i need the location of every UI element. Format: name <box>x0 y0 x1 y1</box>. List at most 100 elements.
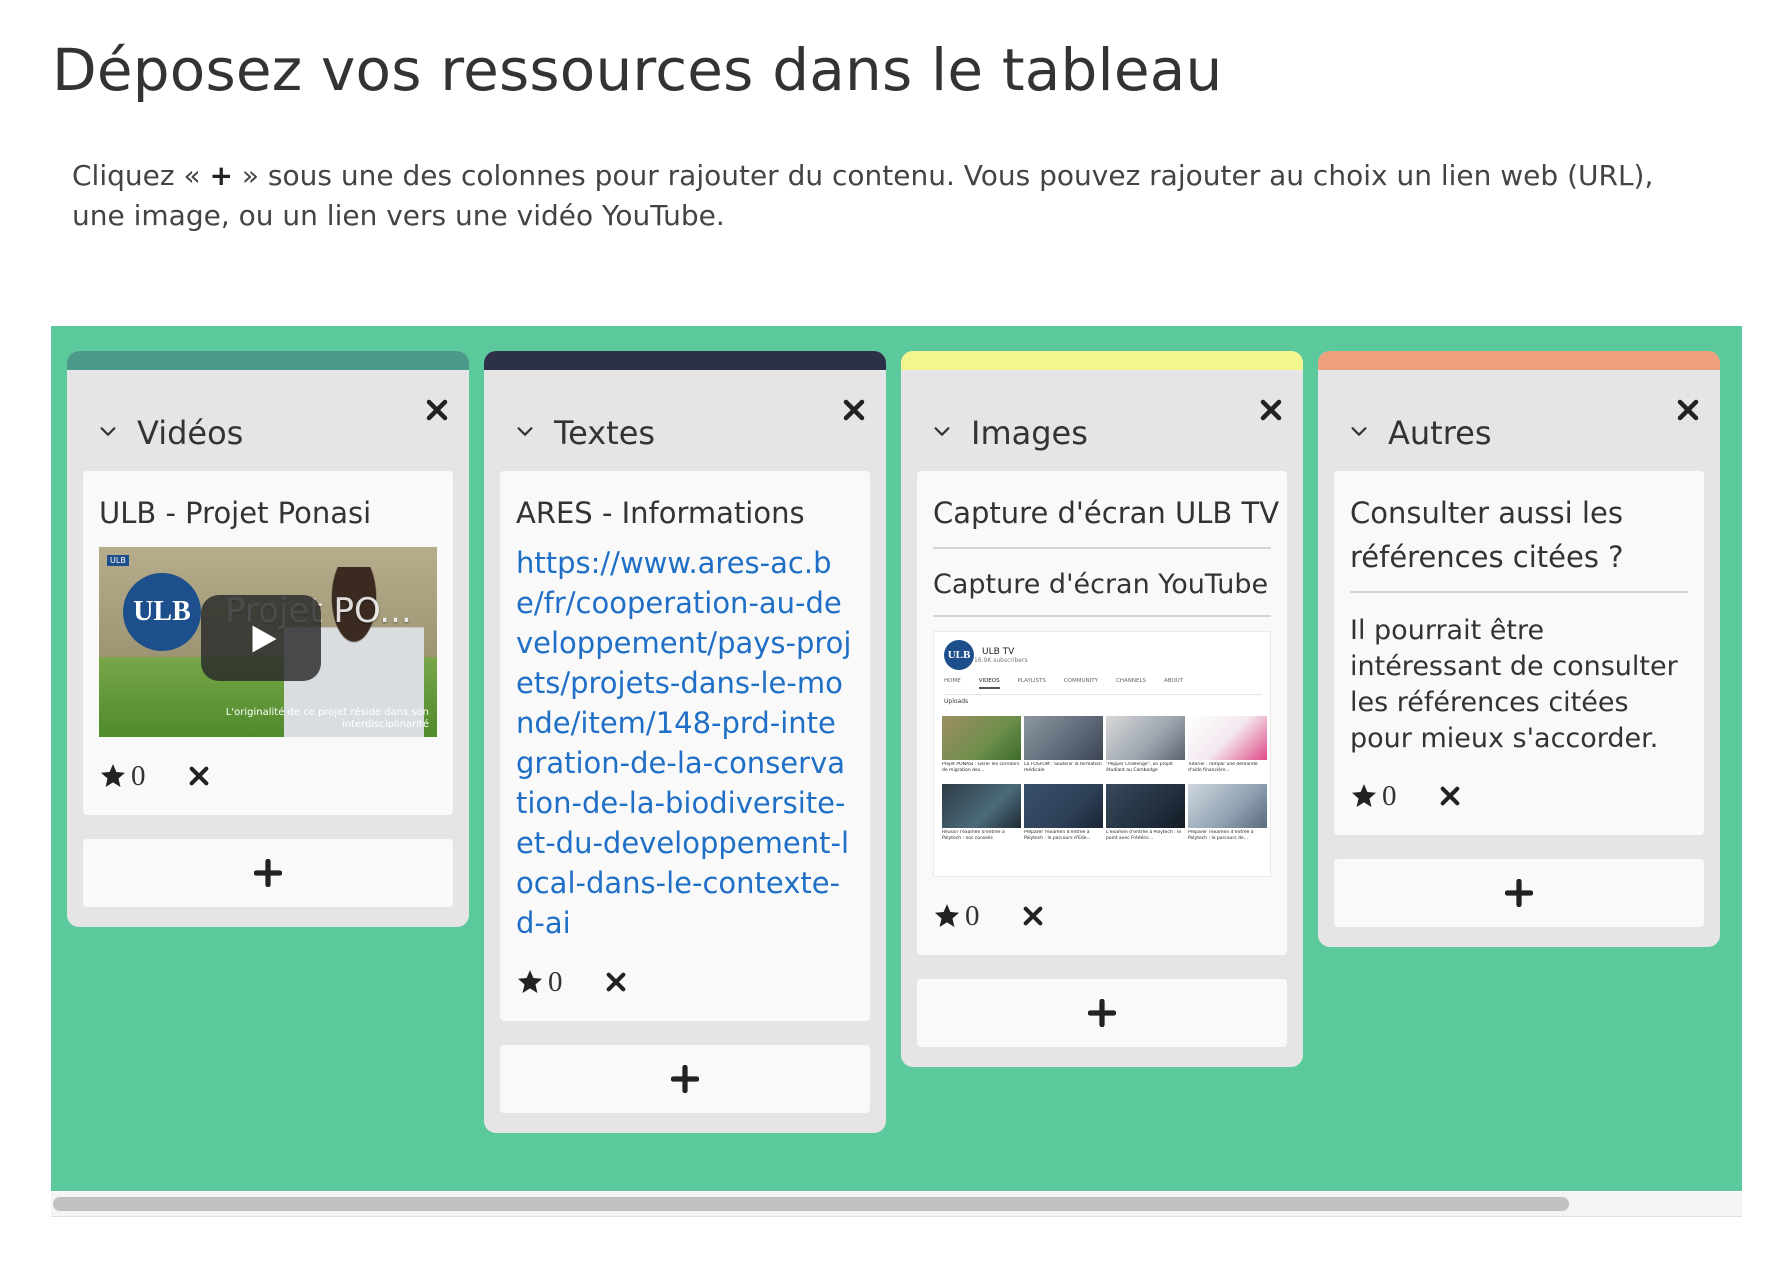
delete-card-icon[interactable] <box>188 765 210 787</box>
board: Vidéos ULB - Projet Ponasi ULB ULB Proje… <box>51 326 1742 1191</box>
rating-count: 0 <box>548 965 563 998</box>
yt-video-item: La FOSFOM : Soutenir la formation médica… <box>1024 716 1103 780</box>
delete-card-icon[interactable] <box>1439 785 1461 807</box>
plus-icon <box>671 1065 699 1093</box>
resource-card[interactable]: Capture d'écran ULB TV Capture d'écran Y… <box>917 471 1287 955</box>
add-card-button[interactable] <box>83 839 453 907</box>
column-header: Images <box>901 370 1303 471</box>
rating-count: 0 <box>131 759 146 792</box>
star-icon[interactable] <box>933 902 961 930</box>
video-thumbnail[interactable]: ULB ULB Projet PO... L'originalité de ce… <box>99 547 437 737</box>
horizontal-scrollbar[interactable] <box>51 1192 1742 1217</box>
rating-count: 0 <box>965 899 980 932</box>
yt-video-thumb <box>1024 784 1103 828</box>
delete-card-icon[interactable] <box>605 971 627 993</box>
card-description: Capture d'écran YouTube <box>933 569 1269 600</box>
yt-video-title: Projet PONASI : Gérer les corridors de m… <box>942 762 1020 773</box>
yt-video-thumb <box>1106 784 1185 828</box>
yt-subscriber-count: 16.9K subscribers <box>974 656 1028 664</box>
star-icon[interactable] <box>1350 782 1378 810</box>
ulb-logo: ULB <box>123 573 201 651</box>
card-footer: 0 <box>99 759 437 793</box>
yt-video-grid: Projet PONASI : Gérer les corridors de m… <box>942 716 1268 848</box>
close-column-icon[interactable] <box>1259 398 1283 422</box>
card-title: ARES - Informations <box>516 496 805 530</box>
video-subtitle: L'originalité de ce projet réside dans s… <box>225 707 429 730</box>
star-icon[interactable] <box>516 968 544 996</box>
card-body-text: Il pourrait être intéressant de consulte… <box>1350 615 1678 754</box>
yt-uploads-label: Uploads <box>944 698 969 705</box>
column-header: Textes <box>484 370 886 471</box>
yt-video-title: Préparer l'examen d'entrée à Polytech : … <box>1024 830 1091 841</box>
close-column-icon[interactable] <box>842 398 866 422</box>
resource-card[interactable]: ARES - Informations https://www.ares-ac.… <box>500 471 870 1021</box>
yt-tab: PLAYLISTS <box>1017 678 1046 684</box>
yt-video-title: Tutoriel : remplir une demande d'aide fi… <box>1188 762 1258 773</box>
column-images: Images Capture d'écran ULB TV Capture d'… <box>901 351 1303 1067</box>
yt-video-thumb <box>942 784 1021 828</box>
yt-video-title: "Pepper Challenge", un projet étudiant a… <box>1106 762 1173 773</box>
delete-card-icon[interactable] <box>1022 905 1044 927</box>
yt-video-thumb <box>1106 716 1185 760</box>
play-button[interactable] <box>201 595 321 681</box>
yt-channel-info: ULB TV 16.9K subscribers <box>974 647 1028 664</box>
chevron-down-icon[interactable] <box>514 420 536 442</box>
card-divider <box>933 615 1271 617</box>
card-footer: 0 <box>516 965 854 999</box>
yt-video-title: Préparer l'examen d'entrée à Polytech : … <box>1188 830 1254 841</box>
yt-video-thumb <box>1024 716 1103 760</box>
resource-card[interactable]: ULB - Projet Ponasi ULB ULB Projet PO...… <box>83 471 453 815</box>
yt-video-item: Tutoriel : remplir une demande d'aide fi… <box>1188 716 1267 780</box>
star-icon[interactable] <box>99 762 127 790</box>
card-title: ULB - Projet Ponasi <box>99 496 372 530</box>
column-textes: Textes ARES - Informations https://www.a… <box>484 351 886 1133</box>
yt-tabs: HOME VIDEOS PLAYLISTS COMMUNITY CHANNELS… <box>944 678 1262 695</box>
column-title: Images <box>971 414 1088 452</box>
yt-video-item: Réussir l'examen d'entrée à Polytech : n… <box>942 784 1021 848</box>
close-column-icon[interactable] <box>1676 398 1700 422</box>
resource-card[interactable]: Consulter aussi les références citées ? … <box>1334 471 1704 835</box>
column-autres: Autres Consulter aussi les références ci… <box>1318 351 1720 947</box>
add-card-button[interactable] <box>500 1045 870 1113</box>
intro-text-start: Cliquez « <box>72 159 210 192</box>
intro-plus-symbol: + <box>209 159 233 192</box>
card-footer: 0 <box>933 899 1271 933</box>
yt-channel-header: ULB ULB TV 16.9K subscribers <box>944 640 1028 670</box>
add-card-button[interactable] <box>1334 859 1704 927</box>
yt-video-thumb <box>1188 716 1267 760</box>
thumbnail-small-logo: ULB <box>107 555 129 566</box>
card-divider <box>1350 591 1688 593</box>
yt-video-item: Préparer l'examen d'entrée à Polytech : … <box>1024 784 1103 848</box>
page-title: Déposez vos ressources dans le tableau <box>52 36 1223 104</box>
scrollbar-thumb[interactable] <box>53 1197 1569 1211</box>
yt-tab: ABOUT <box>1164 678 1184 684</box>
yt-video-title: L'examen d'entrée à Polytech : le point … <box>1106 830 1182 841</box>
add-card-button[interactable] <box>917 979 1287 1047</box>
card-title: Capture d'écran ULB TV <box>933 496 1280 530</box>
yt-video-item: Préparer l'examen d'entrée à Polytech : … <box>1188 784 1267 848</box>
chevron-down-icon[interactable] <box>931 420 953 442</box>
column-header: Autres <box>1318 370 1720 471</box>
column-color-bar <box>1318 351 1720 370</box>
yt-video-title: La FOSFOM : Soutenir la formation médica… <box>1024 762 1102 773</box>
plus-icon <box>254 859 282 887</box>
chevron-down-icon[interactable] <box>97 420 119 442</box>
yt-tab-active: VIDEOS <box>978 678 1000 689</box>
yt-tab: HOME <box>944 678 961 684</box>
screenshot-image[interactable]: ULB ULB TV 16.9K subscribers HOME VIDEOS… <box>933 631 1271 877</box>
column-color-bar <box>901 351 1303 370</box>
yt-video-item: Projet PONASI : Gérer les corridors de m… <box>942 716 1021 780</box>
chevron-down-icon[interactable] <box>1348 420 1370 442</box>
column-color-bar <box>67 351 469 370</box>
close-column-icon[interactable] <box>425 398 449 422</box>
column-videos: Vidéos ULB - Projet Ponasi ULB ULB Proje… <box>67 351 469 927</box>
column-title: Autres <box>1388 414 1492 452</box>
yt-video-item: "Pepper Challenge", un projet étudiant a… <box>1106 716 1185 780</box>
rating-count: 0 <box>1382 779 1397 812</box>
column-title: Vidéos <box>137 414 244 452</box>
resource-link[interactable]: https://www.ares-ac.be/fr/cooperation-au… <box>516 543 854 943</box>
yt-channel-avatar: ULB <box>944 640 974 670</box>
intro-text: Cliquez « + » sous une des colonnes pour… <box>72 156 1672 236</box>
play-icon <box>252 625 277 653</box>
card-divider <box>933 547 1271 549</box>
